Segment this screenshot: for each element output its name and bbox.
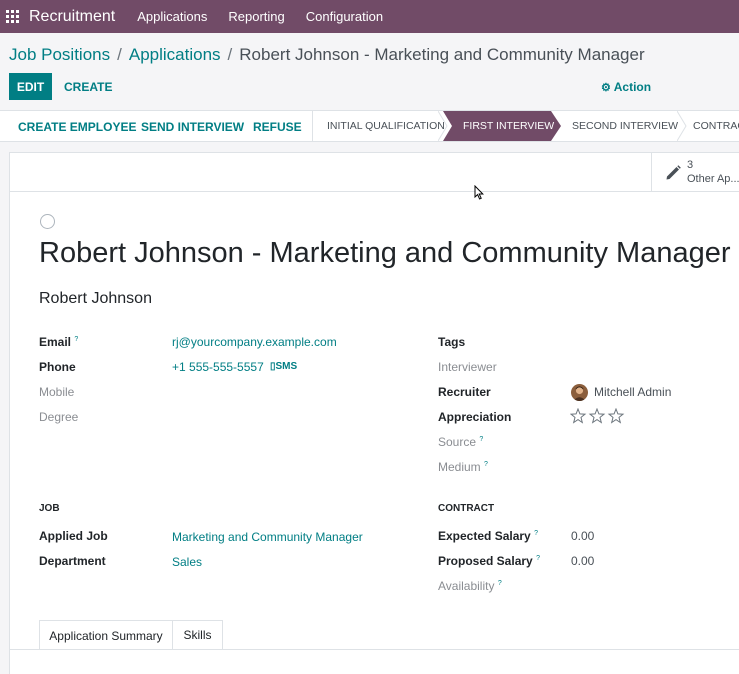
stage-chevron-icon xyxy=(677,111,687,141)
appreciation-label: Appreciation xyxy=(438,410,512,424)
recruiter-field[interactable]: Mitchell Admin xyxy=(594,385,671,399)
app-name[interactable]: Recruitment xyxy=(29,8,115,26)
avatar xyxy=(571,384,588,401)
user-avatar-icon xyxy=(573,386,586,401)
stage-contract[interactable]: CONTRACT xyxy=(693,120,739,132)
sms-button[interactable]: ▯SMS xyxy=(270,361,297,372)
breadcrumb-separator: / xyxy=(227,45,233,64)
help-icon[interactable]: ? xyxy=(74,336,78,343)
priority-toggle[interactable] xyxy=(40,214,55,229)
department-label: Department xyxy=(39,554,106,568)
expected-salary-label: Expected Salary ? xyxy=(438,529,538,543)
edit-button[interactable]: EDIT xyxy=(9,73,52,100)
expected-salary-field[interactable]: 0.00 xyxy=(571,529,594,543)
create-employee-button[interactable]: CREATE EMPLOYEE xyxy=(18,120,136,134)
source-label: Source ? xyxy=(438,435,484,449)
form-sheet: 3 Other Ap... Robert Johnson - Marketing… xyxy=(9,152,739,674)
breadcrumb-separator: / xyxy=(117,45,122,64)
breadcrumb-applications[interactable]: Applications xyxy=(129,45,221,64)
proposed-salary-label: Proposed Salary ? xyxy=(438,554,540,568)
stage-initial-qualification[interactable]: INITIAL QUALIFICATION xyxy=(327,120,445,132)
proposed-salary-field[interactable]: 0.00 xyxy=(571,554,594,568)
department-field[interactable]: Sales xyxy=(172,555,202,569)
appreciation-stars xyxy=(569,407,626,429)
applicant-name[interactable]: Robert Johnson xyxy=(39,290,152,308)
help-icon[interactable]: ? xyxy=(484,461,488,468)
mobile-label: Mobile xyxy=(39,385,75,399)
pencil-icon xyxy=(666,165,681,180)
divider xyxy=(312,111,313,141)
refuse-button[interactable]: REFUSE xyxy=(253,120,302,134)
menu-reporting[interactable]: Reporting xyxy=(228,9,284,24)
stage-second-interview[interactable]: SECOND INTERVIEW xyxy=(572,120,678,132)
star-rating-icon[interactable] xyxy=(569,407,626,424)
email-label: Email ? xyxy=(39,335,79,349)
degree-label: Degree xyxy=(39,410,79,424)
email-field[interactable]: rj@yourcompany.example.com xyxy=(172,335,337,349)
stage-label: FIRST INTERVIEW xyxy=(463,120,555,132)
tags-label: Tags xyxy=(438,335,466,349)
send-interview-button[interactable]: SEND INTERVIEW xyxy=(141,120,244,134)
gear-icon: ⚙ xyxy=(601,82,611,94)
create-button[interactable]: CREATE xyxy=(64,80,112,94)
action-menu-button[interactable]: ⚙ Action xyxy=(601,80,651,94)
status-bar: CREATE EMPLOYEE SEND INTERVIEW REFUSE IN… xyxy=(0,110,739,142)
other-applications-button[interactable]: 3 Other Ap... xyxy=(651,153,739,191)
other-applications-count: 3 xyxy=(687,159,694,171)
applied-job-field[interactable]: Marketing and Community Manager xyxy=(172,530,363,544)
help-icon[interactable]: ? xyxy=(479,436,483,443)
button-box: 3 Other Ap... xyxy=(10,153,739,192)
recruiter-label: Recruiter xyxy=(438,385,491,399)
help-icon[interactable]: ? xyxy=(536,555,540,562)
job-section-title: JOB xyxy=(39,503,60,514)
top-navbar: Recruitment Applications Reporting Confi… xyxy=(0,0,739,33)
phone-field[interactable]: +1 555-555-5557 xyxy=(172,360,264,374)
breadcrumb-job-positions[interactable]: Job Positions xyxy=(9,45,110,64)
stage-first-interview[interactable]: FIRST INTERVIEW xyxy=(443,111,561,141)
contract-section-title: CONTRACT xyxy=(438,503,495,514)
action-label: Action xyxy=(613,80,652,94)
mouse-cursor-icon xyxy=(474,185,484,200)
applied-job-label: Applied Job xyxy=(39,529,108,543)
availability-label: Availability ? xyxy=(438,579,502,593)
interviewer-label: Interviewer xyxy=(438,360,497,374)
menu-applications[interactable]: Applications xyxy=(137,9,207,24)
help-icon[interactable]: ? xyxy=(534,530,538,537)
menu-configuration[interactable]: Configuration xyxy=(306,9,383,24)
medium-label: Medium ? xyxy=(438,460,488,474)
tab-skills[interactable]: Skills xyxy=(172,620,223,649)
breadcrumb: Job Positions / Applications / Robert Johnso… xyxy=(9,45,645,65)
breadcrumb-current: Robert Johnson - Marketing and Community… xyxy=(239,45,645,64)
help-icon[interactable]: ? xyxy=(498,580,502,587)
page-title[interactable]: Robert Johnson - Marketing and Community… xyxy=(39,237,731,270)
other-applications-label: Other Ap... xyxy=(687,173,739,185)
phone-label: Phone xyxy=(39,360,76,374)
tab-divider xyxy=(10,649,739,650)
tab-application-summary[interactable]: Application Summary xyxy=(39,620,173,650)
apps-menu-icon[interactable] xyxy=(6,10,19,23)
